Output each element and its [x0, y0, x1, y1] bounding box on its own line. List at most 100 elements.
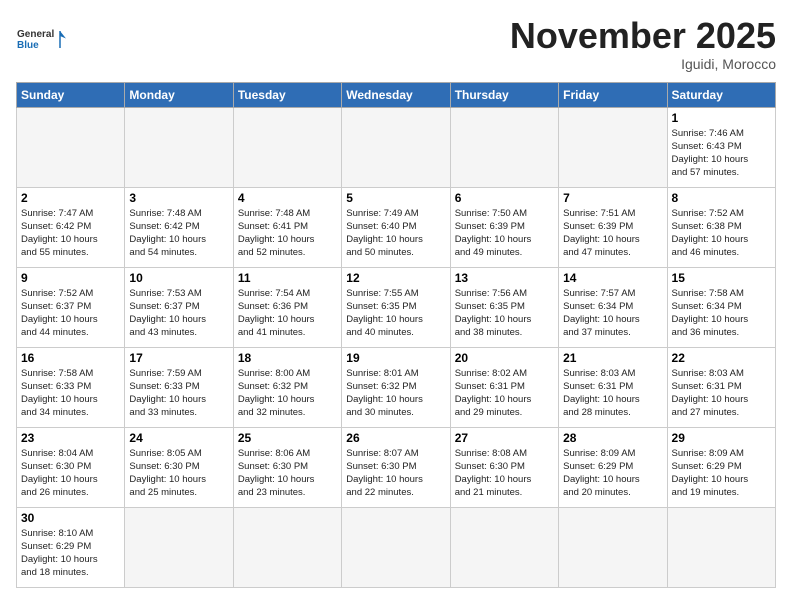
day-number: 11 — [238, 271, 337, 285]
svg-text:General: General — [17, 29, 54, 40]
day-cell: 3Sunrise: 7:48 AMSunset: 6:42 PMDaylight… — [125, 187, 233, 267]
day-number: 27 — [455, 431, 554, 445]
week-row-3: 16 Sunrise: 7:58 AMSunset: 6:33 PMDayligh… — [17, 347, 776, 427]
day-number: 10 — [129, 271, 228, 285]
day-cell: 25Sunrise: 8:06 AMSunset: 6:30 PMDayligh… — [233, 427, 341, 507]
day-cell: 18Sunrise: 8:00 AMSunset: 6:32 PMDayligh… — [233, 347, 341, 427]
day-cell — [667, 507, 775, 587]
day-cell: 12 Sunrise: 7:55 AMSunset: 6:35 PMDayligh… — [342, 267, 450, 347]
day-info: Sunrise: 7:59 AMSunset: 6:33 PMDaylight:… — [129, 367, 228, 420]
day-number: 7 — [563, 191, 662, 205]
day-cell: 13Sunrise: 7:56 AMSunset: 6:35 PMDayligh… — [450, 267, 558, 347]
day-info: Sunrise: 7:51 AMSunset: 6:39 PMDaylight:… — [563, 207, 662, 260]
day-number: 12 — [346, 271, 445, 285]
col-header-monday: Monday — [125, 82, 233, 107]
day-cell: 22 Sunrise: 8:03 AMSunset: 6:31 PMDayligh… — [667, 347, 775, 427]
day-number: 1 — [672, 111, 771, 125]
day-number: 4 — [238, 191, 337, 205]
week-row-0: 1 Sunrise: 7:46 AMSunset: 6:43 PMDaylight… — [17, 107, 776, 187]
day-number: 6 — [455, 191, 554, 205]
day-number: 25 — [238, 431, 337, 445]
day-info: Sunrise: 8:08 AMSunset: 6:30 PMDaylight:… — [455, 447, 554, 500]
day-info: Sunrise: 8:05 AMSunset: 6:30 PMDaylight:… — [129, 447, 228, 500]
svg-text:Blue: Blue — [17, 40, 39, 51]
day-cell: 11 Sunrise: 7:54 AMSunset: 6:36 PMDayligh… — [233, 267, 341, 347]
page-header: General Blue November 2025 Iguidi, Moroc… — [16, 16, 776, 72]
day-number: 20 — [455, 351, 554, 365]
day-cell — [233, 507, 341, 587]
day-info: Sunrise: 8:02 AMSunset: 6:31 PMDaylight:… — [455, 367, 554, 420]
day-number: 29 — [672, 431, 771, 445]
day-info: Sunrise: 7:50 AMSunset: 6:39 PMDaylight:… — [455, 207, 554, 260]
col-header-tuesday: Tuesday — [233, 82, 341, 107]
day-info: Sunrise: 8:10 AMSunset: 6:29 PMDaylight:… — [21, 527, 120, 580]
day-info: Sunrise: 8:07 AMSunset: 6:30 PMDaylight:… — [346, 447, 445, 500]
day-cell: 2Sunrise: 7:47 AMSunset: 6:42 PMDaylight… — [17, 187, 125, 267]
day-info: Sunrise: 7:53 AMSunset: 6:37 PMDaylight:… — [129, 287, 228, 340]
day-info: Sunrise: 7:57 AMSunset: 6:34 PMDaylight:… — [563, 287, 662, 340]
day-info: Sunrise: 7:46 AMSunset: 6:43 PMDaylight:… — [672, 127, 771, 180]
day-info: Sunrise: 8:04 AMSunset: 6:30 PMDaylight:… — [21, 447, 120, 500]
week-row-4: 23 Sunrise: 8:04 AMSunset: 6:30 PMDayligh… — [17, 427, 776, 507]
day-number: 3 — [129, 191, 228, 205]
logo-svg: General Blue — [16, 16, 66, 66]
day-cell: 15 Sunrise: 7:58 AMSunset: 6:34 PMDayligh… — [667, 267, 775, 347]
day-info: Sunrise: 8:00 AMSunset: 6:32 PMDaylight:… — [238, 367, 337, 420]
day-cell: 6 Sunrise: 7:50 AMSunset: 6:39 PMDaylight… — [450, 187, 558, 267]
day-info: Sunrise: 7:49 AMSunset: 6:40 PMDaylight:… — [346, 207, 445, 260]
day-cell: 23 Sunrise: 8:04 AMSunset: 6:30 PMDayligh… — [17, 427, 125, 507]
day-number: 14 — [563, 271, 662, 285]
day-info: Sunrise: 7:58 AMSunset: 6:33 PMDaylight:… — [21, 367, 120, 420]
day-cell — [559, 507, 667, 587]
day-cell — [559, 107, 667, 187]
week-row-5: 30 Sunrise: 8:10 AMSunset: 6:29 PMDayligh… — [17, 507, 776, 587]
logo: General Blue — [16, 16, 66, 66]
day-number: 21 — [563, 351, 662, 365]
col-header-sunday: Sunday — [17, 82, 125, 107]
day-cell — [450, 507, 558, 587]
day-info: Sunrise: 8:01 AMSunset: 6:32 PMDaylight:… — [346, 367, 445, 420]
day-cell: 4 Sunrise: 7:48 AMSunset: 6:41 PMDaylight… — [233, 187, 341, 267]
col-header-saturday: Saturday — [667, 82, 775, 107]
day-number: 19 — [346, 351, 445, 365]
col-header-friday: Friday — [559, 82, 667, 107]
day-cell — [125, 107, 233, 187]
day-cell: 24Sunrise: 8:05 AMSunset: 6:30 PMDayligh… — [125, 427, 233, 507]
month-title: November 2025 — [510, 16, 776, 56]
day-cell: 20 Sunrise: 8:02 AMSunset: 6:31 PMDayligh… — [450, 347, 558, 427]
day-cell — [342, 507, 450, 587]
day-info: Sunrise: 7:55 AMSunset: 6:35 PMDaylight:… — [346, 287, 445, 340]
day-cell: 5 Sunrise: 7:49 AMSunset: 6:40 PMDaylight… — [342, 187, 450, 267]
day-number: 22 — [672, 351, 771, 365]
day-number: 28 — [563, 431, 662, 445]
day-cell: 17 Sunrise: 7:59 AMSunset: 6:33 PMDayligh… — [125, 347, 233, 427]
day-info: Sunrise: 7:54 AMSunset: 6:36 PMDaylight:… — [238, 287, 337, 340]
day-number: 17 — [129, 351, 228, 365]
day-info: Sunrise: 8:03 AMSunset: 6:31 PMDaylight:… — [672, 367, 771, 420]
day-number: 30 — [21, 511, 120, 525]
day-cell: 27 Sunrise: 8:08 AMSunset: 6:30 PMDayligh… — [450, 427, 558, 507]
col-header-thursday: Thursday — [450, 82, 558, 107]
day-cell — [17, 107, 125, 187]
day-cell: 10 Sunrise: 7:53 AMSunset: 6:37 PMDayligh… — [125, 267, 233, 347]
title-block: November 2025 Iguidi, Morocco — [510, 16, 776, 72]
day-cell: 9Sunrise: 7:52 AMSunset: 6:37 PMDaylight… — [17, 267, 125, 347]
day-cell: 7 Sunrise: 7:51 AMSunset: 6:39 PMDaylight… — [559, 187, 667, 267]
day-cell: 26Sunrise: 8:07 AMSunset: 6:30 PMDayligh… — [342, 427, 450, 507]
day-number: 8 — [672, 191, 771, 205]
day-number: 16 — [21, 351, 120, 365]
day-number: 15 — [672, 271, 771, 285]
day-info: Sunrise: 7:48 AMSunset: 6:41 PMDaylight:… — [238, 207, 337, 260]
day-cell — [450, 107, 558, 187]
day-info: Sunrise: 8:09 AMSunset: 6:29 PMDaylight:… — [563, 447, 662, 500]
week-row-1: 2Sunrise: 7:47 AMSunset: 6:42 PMDaylight… — [17, 187, 776, 267]
day-number: 5 — [346, 191, 445, 205]
calendar-header-row: SundayMondayTuesdayWednesdayThursdayFrid… — [17, 82, 776, 107]
day-cell — [342, 107, 450, 187]
day-number: 9 — [21, 271, 120, 285]
week-row-2: 9Sunrise: 7:52 AMSunset: 6:37 PMDaylight… — [17, 267, 776, 347]
day-cell — [233, 107, 341, 187]
day-number: 23 — [21, 431, 120, 445]
location: Iguidi, Morocco — [510, 56, 776, 72]
day-info: Sunrise: 7:58 AMSunset: 6:34 PMDaylight:… — [672, 287, 771, 340]
